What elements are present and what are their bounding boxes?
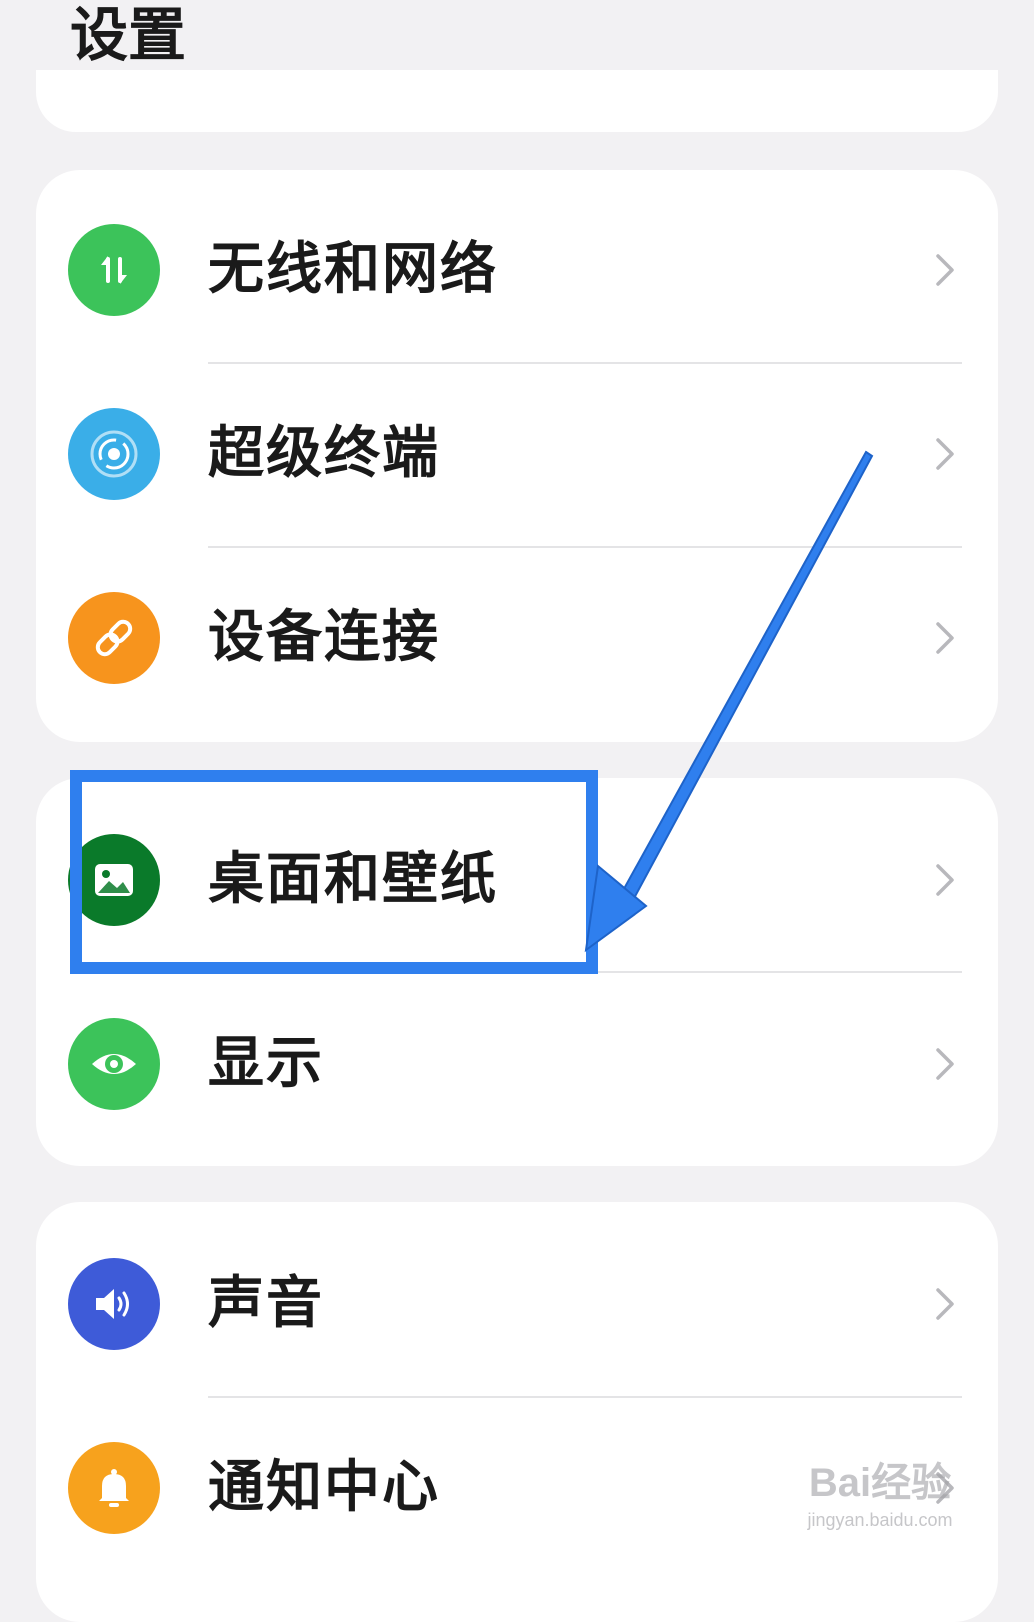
wireless-network-icon [68, 224, 160, 316]
settings-item-label: 设备连接 [208, 605, 440, 670]
settings-group-connectivity: 无线和网络 超级终端 设备连接 [36, 170, 998, 742]
previous-settings-card [36, 70, 998, 132]
settings-item-wireless-network[interactable]: 无线和网络 [36, 178, 998, 362]
watermark-main: Bai经验 [808, 1461, 952, 1505]
settings-item-label: 超级终端 [208, 421, 440, 486]
settings-item-label: 桌面和壁纸 [208, 847, 498, 912]
settings-item-display[interactable]: 显示 [36, 972, 998, 1156]
settings-group-display: 桌面和壁纸 显示 [36, 778, 998, 1166]
settings-item-desktop-wallpaper[interactable]: 桌面和壁纸 [36, 788, 998, 972]
chevron-right-icon [936, 622, 954, 654]
settings-item-label: 无线和网络 [208, 237, 498, 302]
settings-item-label: 声音 [208, 1271, 324, 1336]
settings-item-device-connection[interactable]: 设备连接 [36, 546, 998, 730]
bell-icon [68, 1442, 160, 1534]
eye-icon [68, 1018, 160, 1110]
settings-item-label: 显示 [208, 1031, 324, 1096]
settings-item-label: 通知中心 [208, 1455, 440, 1520]
chevron-right-icon [936, 438, 954, 470]
settings-group-sound-notifications: 声音 通知中心 [36, 1202, 998, 1622]
chevron-right-icon [936, 864, 954, 896]
chevron-right-icon [936, 1288, 954, 1320]
super-device-icon [68, 408, 160, 500]
settings-item-super-device[interactable]: 超级终端 [36, 362, 998, 546]
speaker-icon [68, 1258, 160, 1350]
settings-item-sound[interactable]: 声音 [36, 1212, 998, 1396]
watermark: Bai经验 jingyan.baidu.com [780, 1458, 980, 1548]
link-icon [68, 592, 160, 684]
watermark-sub: jingyan.baidu.com [807, 1510, 953, 1530]
wallpaper-icon [68, 834, 160, 926]
chevron-right-icon [936, 1048, 954, 1080]
chevron-right-icon [936, 254, 954, 286]
page-title: 设置 [70, 1, 187, 69]
